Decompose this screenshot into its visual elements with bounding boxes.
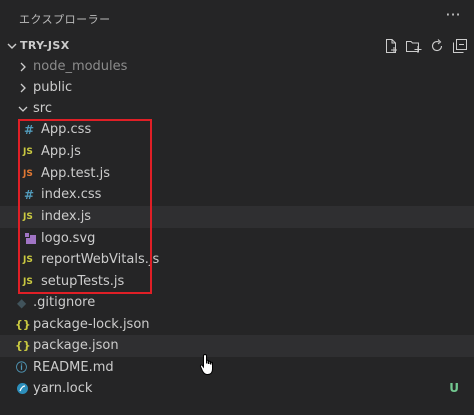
collapse-all-icon[interactable] (451, 36, 468, 56)
css-file-icon: # (24, 188, 35, 202)
workspace-section-header[interactable]: TRY-JSX (0, 35, 474, 57)
js-file-icon: JS (23, 277, 33, 287)
tree-item-label: reportWebVitals.js (41, 252, 160, 267)
tree-item-label: yarn.lock (33, 381, 93, 396)
refresh-icon[interactable] (428, 36, 445, 56)
json-file-icon: {} (15, 339, 31, 352)
chevron-right-icon (17, 60, 29, 74)
tree-item-label: logo.svg (41, 231, 96, 246)
tree-item-label: App.css (41, 122, 92, 137)
git-status-badge: U (449, 381, 459, 395)
js-file-icon: JS (23, 147, 33, 157)
tree-item-index-css[interactable]: # index.css (0, 184, 474, 206)
tree-item-public[interactable]: public (0, 77, 474, 99)
tree-item-label: .gitignore (33, 295, 96, 310)
tree-item-logo-svg[interactable]: logo.svg (0, 228, 474, 250)
tree-item-package-json[interactable]: {} package.json (0, 335, 474, 357)
tree-item-yarn-lock[interactable]: yarn.lock U (0, 378, 474, 400)
tree-item-app-test-js[interactable]: JS App.test.js (0, 163, 474, 185)
new-folder-icon[interactable] (405, 36, 422, 56)
tree-item-label: src (33, 101, 52, 116)
workspace-title: TRY-JSX (20, 39, 70, 52)
hand-cursor-icon (199, 353, 217, 381)
tree-item-setup-tests[interactable]: JS setupTests.js (0, 271, 474, 293)
tree-item-readme[interactable]: ⓘ README.md (0, 357, 474, 379)
json-file-icon: {} (15, 318, 31, 331)
chevron-down-icon (17, 102, 29, 116)
tree-item-app-css[interactable]: # App.css (0, 119, 474, 141)
yarn-icon (16, 382, 30, 396)
svg-file-icon (24, 232, 38, 246)
css-file-icon: # (24, 123, 35, 137)
info-icon: ⓘ (16, 361, 27, 374)
tree-item-label: App.test.js (41, 166, 111, 181)
tree-item-package-lock[interactable]: {} package-lock.json (0, 314, 474, 336)
tree-item-label: node_modules (33, 59, 128, 74)
section-actions (382, 36, 468, 58)
chevron-down-icon (5, 38, 19, 54)
explorer-title: エクスプローラー (19, 13, 111, 26)
tree-item-node-modules[interactable]: node_modules (0, 56, 474, 78)
explorer-header: エクスプローラー ··· (0, 0, 474, 35)
tree-item-label: package-lock.json (33, 317, 150, 332)
ellipsis-icon[interactable]: ··· (441, 6, 465, 28)
tree-item-src[interactable]: src (0, 98, 474, 120)
js-file-icon: JS (23, 212, 33, 222)
git-file-icon: ◆ (17, 296, 27, 310)
js-file-icon: JS (23, 255, 33, 265)
tree-item-label: index.js (41, 209, 92, 224)
tree-item-label: package.json (33, 338, 119, 353)
tree-item-gitignore[interactable]: ◆ .gitignore (0, 292, 474, 314)
tree-item-index-js[interactable]: JS index.js (0, 206, 474, 228)
new-file-icon[interactable] (382, 36, 399, 56)
test-js-file-icon: JS (23, 169, 33, 179)
tree-item-label: setupTests.js (41, 274, 125, 289)
tree-item-report-web-vitals[interactable]: JS reportWebVitals.js (0, 249, 474, 271)
tree-item-app-js[interactable]: JS App.js (0, 141, 474, 163)
tree-item-label: App.js (41, 144, 81, 159)
tree-item-label: README.md (33, 360, 114, 375)
tree-item-label: public (33, 80, 73, 95)
tree-item-label: index.css (41, 187, 102, 202)
chevron-right-icon (17, 81, 29, 95)
